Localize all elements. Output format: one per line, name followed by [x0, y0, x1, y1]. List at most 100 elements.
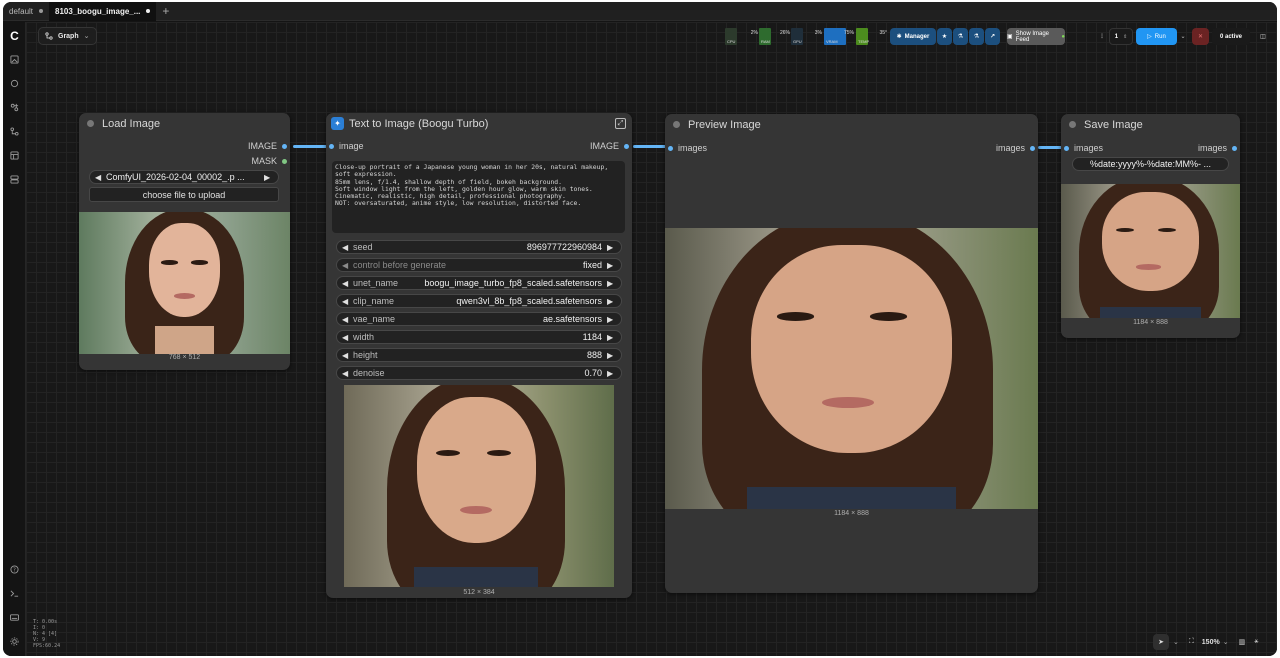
terminal-icon[interactable]: [9, 588, 20, 599]
arrow-left-icon[interactable]: ◀: [342, 261, 351, 270]
arrow-right-icon[interactable]: ▶: [607, 243, 616, 252]
output-image-port[interactable]: IMAGE: [248, 141, 287, 151]
tab-workflow[interactable]: 8103_boogu_image_...: [49, 2, 157, 21]
queue-count-input[interactable]: 1 ⇕: [1109, 28, 1133, 45]
arrow-left-icon[interactable]: ◀: [342, 315, 351, 324]
arrow-left-icon[interactable]: ◀: [95, 173, 104, 182]
minimap-icon[interactable]: ▥: [1239, 638, 1246, 646]
output-mask-port[interactable]: MASK: [251, 156, 287, 166]
favorite-star-icon[interactable]: ★: [937, 28, 952, 45]
port-dot-icon[interactable]: [1064, 145, 1069, 151]
chevron-down-icon[interactable]: ⌄: [1173, 638, 1179, 646]
arrow-left-icon[interactable]: ◀: [342, 297, 351, 306]
arrow-right-icon[interactable]: ▶: [607, 333, 616, 342]
node-header[interactable]: Load Image: [79, 113, 290, 134]
graph-mode-button[interactable]: Graph ⌄: [38, 27, 97, 45]
link-visibility-icon[interactable]: ⚹: [1254, 638, 1258, 646]
node-load-image[interactable]: Load Image IMAGE MASK ◀ ComfyUI_2026-02-…: [79, 113, 290, 370]
height-widget[interactable]: ◀ height 888 ▶: [336, 348, 622, 362]
templates-icon[interactable]: [9, 150, 20, 161]
prompt-textarea[interactable]: Close-up portrait of a Japanese young wo…: [332, 161, 625, 233]
lab-icon[interactable]: ⚗: [969, 28, 984, 45]
run-options-chevron-icon[interactable]: ⌄: [1178, 28, 1188, 45]
output-image-port[interactable]: IMAGE: [590, 141, 629, 151]
image-size-caption: 512 × 384: [463, 589, 495, 596]
port-dot-icon[interactable]: [624, 143, 629, 149]
widget-value: 896977722960984: [526, 242, 602, 252]
port-dot-icon[interactable]: [282, 158, 287, 164]
width-widget[interactable]: ◀ width 1184 ▶: [336, 330, 622, 344]
image-file-select[interactable]: ◀ ComfyUI_2026-02-04_00002_.p ... ▶: [89, 170, 279, 184]
settings-gear-icon[interactable]: [9, 636, 20, 647]
arrow-left-icon[interactable]: ◀: [342, 351, 351, 360]
widget-name: vae_name: [353, 314, 396, 324]
arrow-right-icon[interactable]: ▶: [607, 369, 616, 378]
node-header[interactable]: ✦ Text to Image (Boogu Turbo) ⤢: [326, 113, 632, 134]
run-button[interactable]: ▷ Run: [1136, 28, 1177, 45]
models-icon[interactable]: [9, 78, 20, 89]
keyboard-icon[interactable]: [9, 612, 20, 623]
queue-count-value: 1: [1114, 33, 1119, 40]
active-jobs-badge[interactable]: 0 active: [1212, 28, 1250, 45]
show-image-feed-button[interactable]: ▣ Show Image Feed ●: [1007, 28, 1065, 45]
arrow-right-icon[interactable]: ▶: [607, 297, 616, 306]
unet-name-widget[interactable]: ◀ unet_name boogu_image_turbo_fp8_scaled…: [336, 276, 622, 290]
arrow-right-icon[interactable]: ▶: [607, 261, 616, 270]
expand-icon[interactable]: ⤢: [615, 118, 626, 129]
input-image-port[interactable]: image: [329, 141, 364, 151]
input-images-port[interactable]: images: [1064, 143, 1103, 153]
workflows-icon[interactable]: [9, 126, 20, 137]
node-save-image[interactable]: Save Image images images %date:yyyy%-%da…: [1061, 114, 1240, 338]
manager-button[interactable]: ✱ Manager: [890, 28, 936, 45]
arrow-right-icon[interactable]: ▶: [607, 279, 616, 288]
preview-image: [665, 228, 1038, 509]
panel-toggle-icon[interactable]: ◫: [1255, 28, 1271, 45]
arrow-left-icon[interactable]: ◀: [342, 333, 351, 342]
port-dot-icon[interactable]: [329, 143, 334, 149]
filename-prefix-input[interactable]: %date:yyyy%-%date:MM%- ...: [1072, 157, 1229, 171]
input-images-port[interactable]: images: [668, 143, 707, 153]
new-tab-plus-icon[interactable]: +: [156, 4, 175, 18]
select-pointer-icon[interactable]: ➤: [1153, 634, 1169, 650]
node-header[interactable]: Preview Image: [665, 114, 1038, 135]
output-images-port[interactable]: images: [996, 143, 1035, 153]
arrow-right-icon[interactable]: ▶: [264, 173, 273, 182]
arrow-right-icon[interactable]: ▶: [607, 351, 616, 360]
cancel-button[interactable]: ✕: [1192, 28, 1209, 45]
denoise-widget[interactable]: ◀ denoise 0.70 ▶: [336, 366, 622, 380]
generated-image: [344, 385, 614, 587]
choose-file-upload-button[interactable]: choose file to upload: [89, 187, 279, 202]
seed-widget[interactable]: ◀ seed 896977722960984 ▶: [336, 240, 622, 254]
arrow-left-icon[interactable]: ◀: [342, 369, 351, 378]
node-library-icon[interactable]: [9, 102, 20, 113]
widget-name: clip_name: [353, 296, 395, 306]
port-dot-icon[interactable]: [282, 143, 287, 149]
arrow-right-icon[interactable]: ▶: [607, 315, 616, 324]
node-preview-image[interactable]: Preview Image images images 1184 × 888: [665, 114, 1038, 593]
unsaved-dot-icon: [146, 9, 151, 13]
node-header[interactable]: Save Image: [1061, 114, 1240, 135]
port-dot-icon[interactable]: [668, 145, 673, 151]
share-icon[interactable]: ↗: [985, 28, 1000, 45]
arrow-left-icon[interactable]: ◀: [342, 243, 351, 252]
output-images-port[interactable]: images: [1198, 143, 1237, 153]
help-icon[interactable]: ?: [9, 564, 20, 575]
control-before-generate-widget[interactable]: ◀ control before generate fixed ▶: [336, 258, 622, 272]
flask-icon[interactable]: ⚗: [953, 28, 968, 45]
queue-icon[interactable]: [9, 174, 20, 185]
vae-name-widget[interactable]: ◀ vae_name ae.safetensors ▶: [336, 312, 622, 326]
node-text-to-image[interactable]: ✦ Text to Image (Boogu Turbo) ⤢ image IM…: [326, 113, 632, 598]
zoom-level[interactable]: 150%: [1202, 639, 1220, 646]
chevron-down-icon[interactable]: ⌄: [1223, 638, 1229, 646]
port-dot-icon[interactable]: [1232, 145, 1237, 151]
drag-handle-icon[interactable]: ⋮: [1098, 28, 1106, 45]
fit-view-icon[interactable]: ⛶: [1189, 638, 1194, 646]
arrow-left-icon[interactable]: ◀: [342, 279, 351, 288]
widget-name: height: [353, 350, 378, 360]
images-icon[interactable]: [9, 54, 20, 65]
port-dot-icon[interactable]: [1030, 145, 1035, 151]
widget-value: fixed: [582, 260, 602, 270]
comfy-logo-icon[interactable]: C: [9, 29, 20, 43]
clip-name-widget[interactable]: ◀ clip_name qwen3vl_8b_fp8_scaled.safete…: [336, 294, 622, 308]
tab-default[interactable]: default: [3, 2, 49, 21]
